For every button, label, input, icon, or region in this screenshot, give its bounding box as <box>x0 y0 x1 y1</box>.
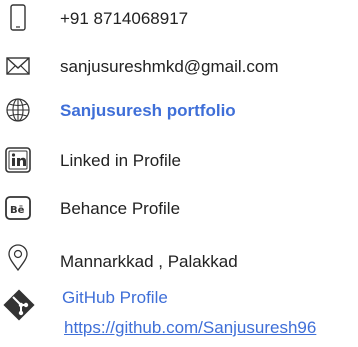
git-icon <box>3 289 35 321</box>
mail-icon <box>6 57 30 75</box>
phone-icon <box>10 4 26 31</box>
phone-number: +91 8714068917 <box>60 9 189 28</box>
contact-row-linkedin: Linked in Profile <box>0 146 358 178</box>
email-link[interactable]: sanjusureshmkd@gmail.com <box>60 57 279 77</box>
location-text: Mannarkkad , Palakkad <box>60 252 238 271</box>
contact-row-portfolio: Sanjusuresh portfolio <box>0 96 358 128</box>
globe-icon <box>6 98 30 122</box>
github-profile-title: GitHub Profile <box>62 288 168 307</box>
svg-text:Bē: Bē <box>10 205 25 216</box>
linkedin-icon <box>5 147 31 173</box>
contact-list: +91 8714068917 sanjusureshmkd@gmail.com … <box>0 0 358 347</box>
behance-link[interactable]: Behance Profile <box>60 199 180 219</box>
github-profile-link[interactable]: https://github.com/Sanjusuresh96 <box>64 318 316 338</box>
location-pin-icon <box>8 244 28 272</box>
contact-row-location: Mannarkkad , Palakkad <box>0 244 358 276</box>
portfolio-link[interactable]: Sanjusuresh portfolio <box>60 101 236 121</box>
contact-row-phone: +91 8714068917 <box>0 4 358 36</box>
behance-icon: Bē <box>5 196 31 220</box>
linkedin-link[interactable]: Linked in Profile <box>60 151 181 171</box>
contact-row-email: sanjusureshmkd@gmail.com <box>0 52 358 84</box>
contact-row-behance: Bē Behance Profile <box>0 194 358 226</box>
